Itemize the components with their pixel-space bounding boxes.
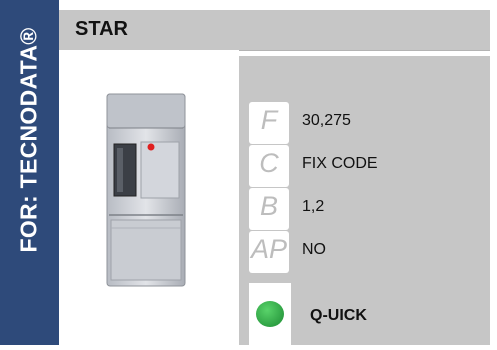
brand-label: FOR: TECNODATA® [15,27,42,253]
product-title: STAR [75,18,128,40]
green-led-icon [256,301,284,327]
spec-code: B [259,191,278,221]
spec-value-buttons: 1,2 [302,198,325,215]
status-label: Q-UICK [310,307,367,324]
spec-row-buttons: B [249,188,289,230]
remote-control-image [106,93,186,287]
spec-code: C [259,148,279,178]
spec-code: F [260,105,278,135]
spec-value-frequency: 30,275 [302,112,351,129]
status-indicator-box [249,283,291,345]
spec-row-ap: AP [249,231,289,273]
spec-row-code: C [249,145,289,187]
spec-row-frequency: F [249,102,289,144]
spec-panel: F 30,275 C FIX CODE B 1,2 AP NO Q-UICK [239,56,490,345]
spec-value-ap: NO [302,241,326,258]
header-bar: STAR [59,10,490,51]
brand-sidebar: FOR: TECNODATA® [0,0,59,345]
spec-code: AP [250,234,288,264]
spec-value-code: FIX CODE [302,155,378,172]
product-image-area [59,50,239,345]
